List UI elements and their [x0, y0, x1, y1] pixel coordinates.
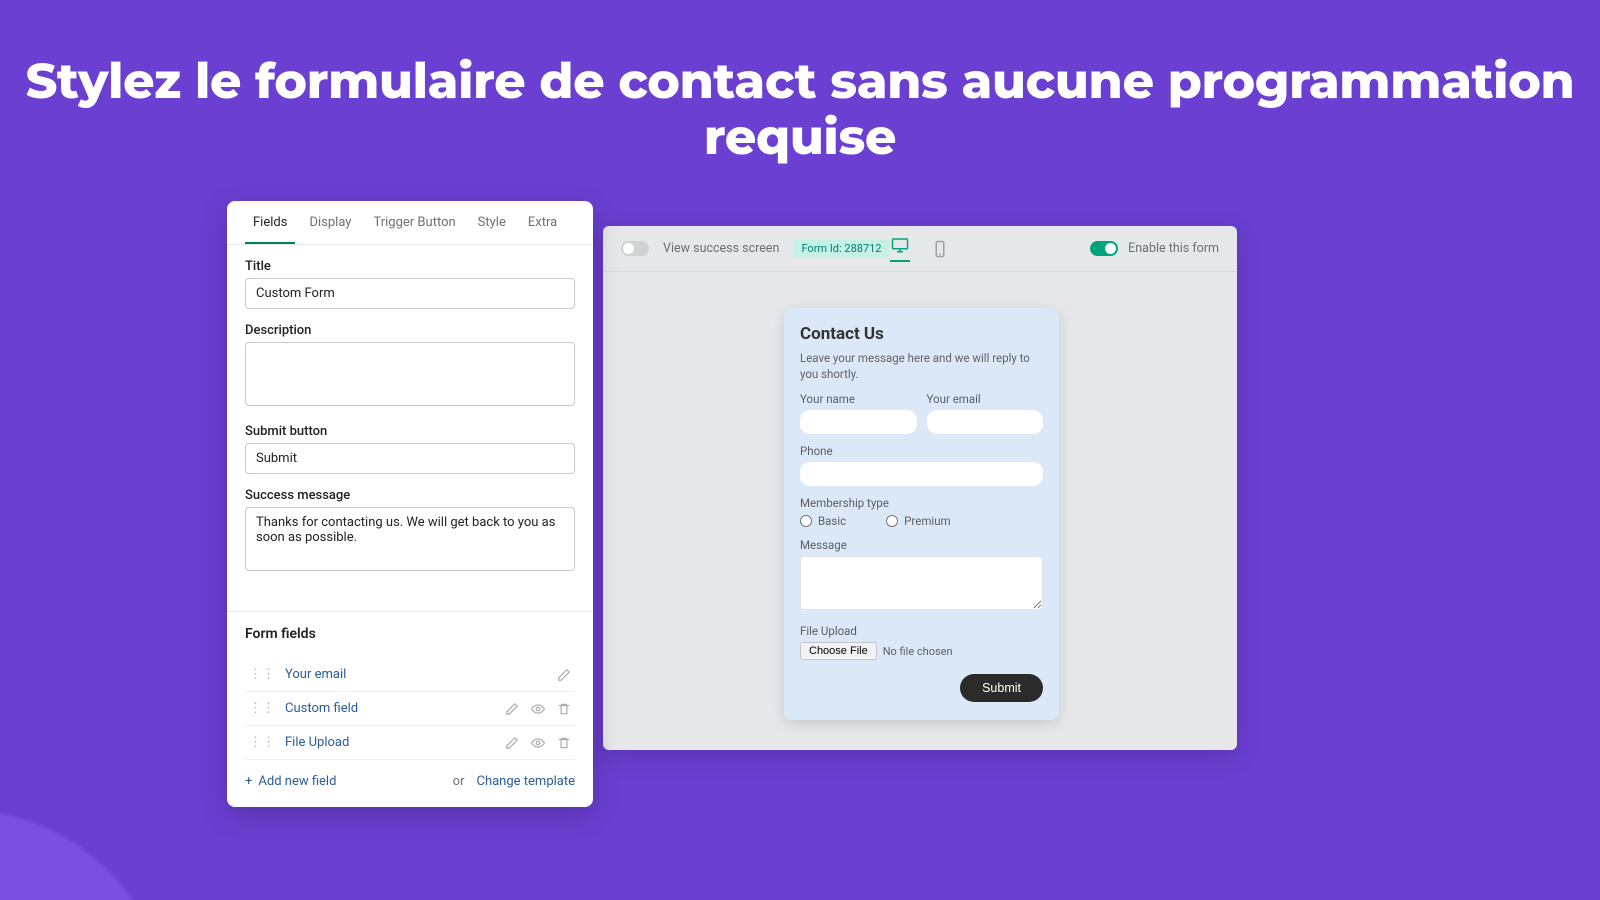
tab-trigger-button[interactable]: Trigger Button [365, 203, 463, 244]
pencil-icon[interactable] [505, 736, 519, 750]
add-new-field-label: Add new field [258, 774, 336, 789]
description-label: Description [245, 323, 575, 338]
view-success-label: View success screen [663, 241, 779, 256]
eye-icon[interactable] [531, 702, 545, 716]
trash-icon[interactable] [557, 702, 571, 716]
phone-label: Phone [800, 444, 1043, 458]
preview-toolbar: View success screen Form Id: 288712 Enab… [603, 226, 1237, 272]
radio-premium-label: Premium [904, 514, 950, 528]
form-fields-heading: Form fields [245, 626, 575, 642]
plus-icon: + [245, 774, 252, 789]
success-message-label: Success message [245, 488, 575, 503]
submit-button[interactable]: Submit [960, 674, 1043, 702]
view-success-toggle[interactable] [621, 241, 649, 256]
preview-form-card: Contact Us Leave your message here and w… [784, 308, 1059, 720]
title-input[interactable] [245, 278, 575, 309]
description-input[interactable] [245, 342, 575, 406]
radio-basic[interactable]: Basic [800, 514, 846, 528]
trash-icon[interactable] [557, 736, 571, 750]
tab-fields[interactable]: Fields [245, 203, 295, 244]
editor-panel: Fields Display Trigger Button Style Extr… [227, 201, 593, 807]
no-file-label: No file chosen [883, 645, 953, 658]
tab-display[interactable]: Display [301, 203, 359, 244]
membership-label: Membership type [800, 496, 1043, 510]
success-message-input[interactable]: Thanks for contacting us. We will get ba… [245, 507, 575, 571]
field-name: File Upload [285, 735, 505, 750]
form-description: Leave your message here and we will repl… [800, 350, 1043, 382]
radio-premium[interactable]: Premium [886, 514, 950, 528]
hero-title: Stylez le formulaire de contact sans auc… [0, 54, 1600, 166]
email-label: Your email [927, 392, 1044, 406]
tab-style[interactable]: Style [470, 203, 514, 244]
tab-extra[interactable]: Extra [520, 203, 565, 244]
or-label: or [453, 774, 465, 789]
drag-handle-icon[interactable]: ⋮⋮ [249, 667, 275, 682]
pencil-icon[interactable] [505, 702, 519, 716]
file-upload-label: File Upload [800, 624, 1043, 638]
radio-basic-label: Basic [818, 514, 846, 528]
message-input[interactable] [800, 556, 1043, 610]
field-name: Custom field [285, 701, 505, 716]
eye-icon[interactable] [531, 736, 545, 750]
phone-input[interactable] [800, 462, 1043, 486]
field-row[interactable]: ⋮⋮ Your email [245, 658, 575, 692]
device-tabs [890, 236, 950, 262]
add-new-field-button[interactable]: + Add new field [245, 774, 336, 789]
field-name: Your email [285, 667, 557, 682]
submit-button-input[interactable] [245, 443, 575, 474]
drag-handle-icon[interactable]: ⋮⋮ [249, 735, 275, 750]
field-row[interactable]: ⋮⋮ File Upload [245, 726, 575, 760]
preview-panel: View success screen Form Id: 288712 Enab… [603, 226, 1237, 750]
field-row[interactable]: ⋮⋮ Custom field [245, 692, 575, 726]
name-label: Your name [800, 392, 917, 406]
enable-form-label: Enable this form [1128, 241, 1219, 256]
mobile-icon[interactable] [930, 240, 950, 258]
name-input[interactable] [800, 410, 917, 434]
submit-button-label: Submit button [245, 424, 575, 439]
title-label: Title [245, 259, 575, 274]
form-id-badge: Form Id: 288712 [793, 240, 889, 257]
form-title: Contact Us [800, 324, 1043, 344]
drag-handle-icon[interactable]: ⋮⋮ [249, 701, 275, 716]
editor-tabs: Fields Display Trigger Button Style Extr… [227, 201, 593, 245]
choose-file-button[interactable]: Choose File [800, 642, 877, 660]
enable-form-toggle[interactable] [1090, 241, 1118, 256]
change-template-link[interactable]: Change template [476, 774, 575, 789]
email-input[interactable] [927, 410, 1044, 434]
pencil-icon[interactable] [557, 668, 571, 682]
message-label: Message [800, 538, 1043, 552]
form-fields-section: Form fields ⋮⋮ Your email ⋮⋮ Custom fiel… [227, 611, 593, 807]
desktop-icon[interactable] [890, 236, 910, 262]
